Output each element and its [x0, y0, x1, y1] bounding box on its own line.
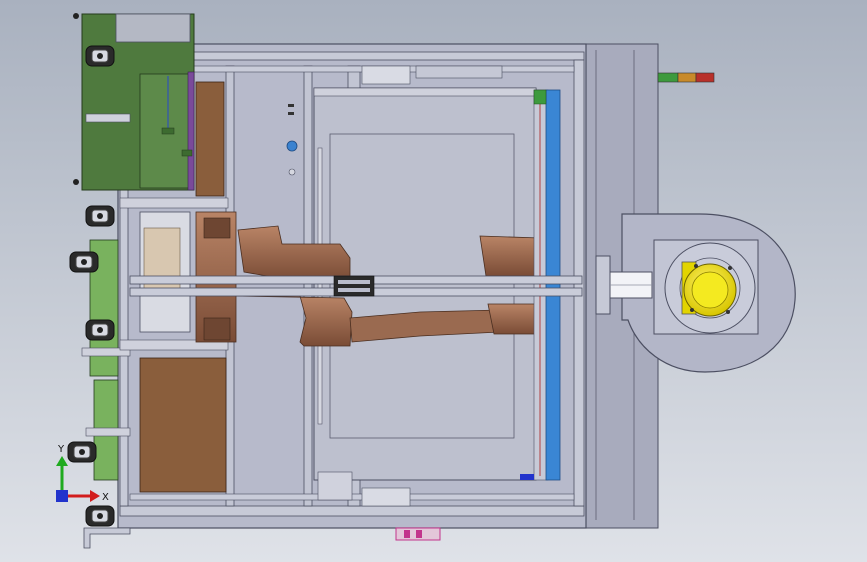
signal-light-tower	[657, 72, 715, 83]
cable-connector	[395, 527, 441, 541]
cad-drawing: Y X	[0, 0, 867, 562]
caster-wheel	[85, 505, 115, 527]
cad-viewport[interactable]: Y X	[0, 0, 867, 562]
triad-x-label: X	[102, 492, 109, 503]
caster-wheel	[69, 251, 99, 273]
caster-wheel	[85, 45, 115, 67]
triad-y-label: Y	[57, 444, 65, 455]
caster-wheel	[85, 319, 115, 341]
caster-wheel	[85, 205, 115, 227]
caster-wheel	[67, 441, 97, 463]
